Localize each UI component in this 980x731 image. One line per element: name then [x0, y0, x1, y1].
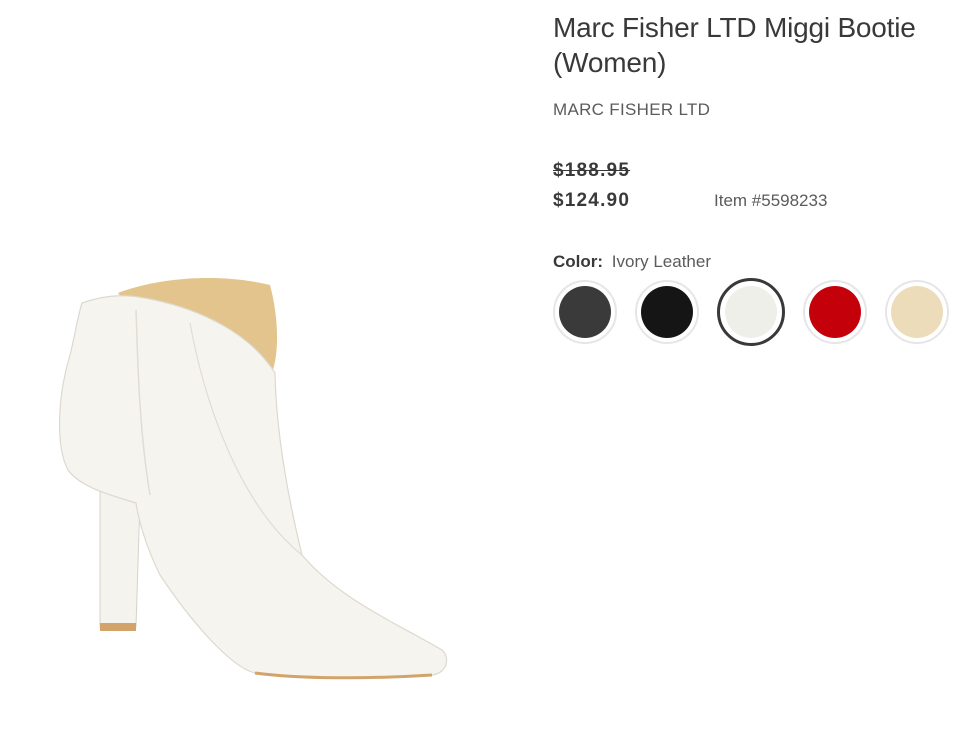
- boot-heel: [99, 489, 141, 628]
- brand-link[interactable]: MARC FISHER LTD: [553, 100, 710, 120]
- color-label: Color:: [553, 252, 604, 271]
- sale-row: $124.90 Item #5598233: [553, 190, 963, 212]
- product-image: [58, 278, 448, 680]
- color-swatch-ivory[interactable]: [717, 278, 785, 346]
- sale-price: $124.90: [553, 190, 631, 211]
- color-swatches: [553, 278, 963, 346]
- product-details: Marc Fisher LTD Miggi Bootie (Women) MAR…: [553, 10, 963, 346]
- color-swatch-black[interactable]: [635, 280, 699, 344]
- swatch-fill: [809, 286, 861, 338]
- swatch-fill: [559, 286, 611, 338]
- swatch-fill: [725, 286, 777, 338]
- color-swatch-red[interactable]: [803, 280, 867, 344]
- original-price: $188.95: [553, 160, 631, 181]
- swatch-fill: [891, 286, 943, 338]
- swatch-fill: [641, 286, 693, 338]
- product-title: Marc Fisher LTD Miggi Bootie (Women): [553, 12, 916, 78]
- color-value: Ivory Leather: [611, 252, 712, 271]
- item-number: Item #5598233: [714, 191, 828, 210]
- color-selector: Color: Ivory Leather: [553, 252, 963, 346]
- price-block: $188.95 $124.90 Item #5598233: [553, 160, 963, 212]
- color-swatch-dark-grey[interactable]: [553, 280, 617, 344]
- color-swatch-tan[interactable]: [885, 280, 949, 344]
